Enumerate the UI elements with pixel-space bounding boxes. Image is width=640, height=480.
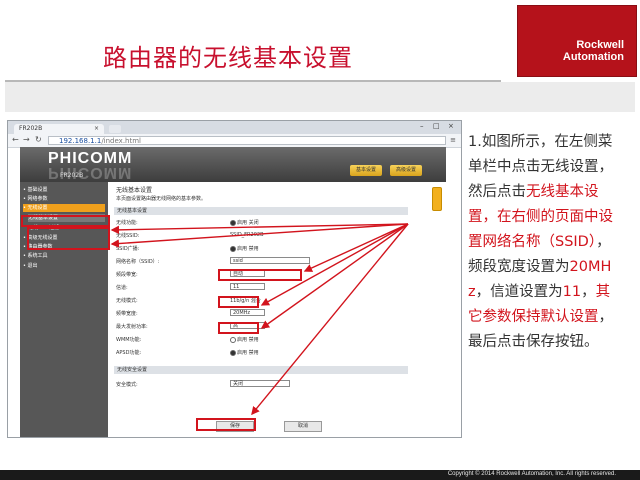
apsd-label: APSD功能: — [116, 350, 142, 356]
channel-select[interactable]: 11 — [230, 283, 265, 290]
highlight-wireless-submenu — [27, 227, 110, 250]
wireless-ssid-label: 无线SSID: — [116, 233, 140, 239]
cancel-button[interactable]: 取消 — [284, 421, 322, 432]
highlight-save — [196, 418, 256, 431]
sidebar-item-network[interactable]: • 网络参数 — [23, 195, 48, 203]
reload-icon[interactable]: ↻ — [35, 135, 42, 144]
wireless-ssid-value: SSID_FR202B — [230, 232, 264, 238]
maximize-icon[interactable]: □ — [433, 122, 440, 130]
wireless-function-label: 无线功能: — [116, 220, 138, 226]
tx-power-label: 最大发射功率: — [116, 324, 148, 330]
wireless-function-radio[interactable]: 启用 关闭 — [230, 219, 259, 226]
channel-label: 信道: — [116, 285, 128, 291]
highlight-wireless-menu — [21, 215, 110, 227]
bandwidth-select[interactable]: 20MHz — [230, 309, 265, 316]
security-mode-select[interactable]: 关闭 — [230, 380, 290, 387]
scroll-thumb[interactable] — [432, 187, 442, 211]
model-label: FR202B — [60, 172, 84, 179]
highlight-bandwidth — [218, 322, 259, 334]
back-icon[interactable]: ← — [12, 135, 19, 144]
ssid-broadcast-radio[interactable]: 启用 禁用 — [230, 245, 259, 252]
router-page: PHICOMM PHICOMM FR202B 基本设置 高级设置 • 基础设置 … — [20, 147, 446, 437]
apsd-radio[interactable]: 启用 禁用 — [230, 349, 259, 356]
new-tab-button[interactable] — [109, 125, 121, 133]
router-header: PHICOMM PHICOMM FR202B 基本设置 高级设置 — [20, 147, 446, 182]
tab-close-icon[interactable]: × — [94, 124, 99, 134]
page-description: 本页面设置路由器无线网络的基本参数。 — [116, 196, 207, 202]
bandwidth-label: 频带宽度: — [116, 311, 138, 317]
rockwell-logo: Rockwell Automation — [517, 5, 637, 77]
explain-part-7: ， — [581, 284, 596, 300]
security-mode-label: 安全模式: — [116, 382, 138, 388]
explanation-text: 1.如图所示，在左侧菜单栏中点击无线设置，然后点击无线基本设置，在右侧的页面中设… — [468, 130, 624, 355]
network-name-input[interactable]: ssid — [230, 257, 310, 264]
page-heading: 无线基本设置 — [116, 187, 153, 194]
ssid-broadcast-label: SSID广播: — [116, 246, 140, 252]
menu-icon[interactable]: ≡ — [450, 136, 456, 144]
section-basic: 无线基本设置 — [114, 207, 408, 215]
wireless-mode-label: 无线模式: — [116, 298, 138, 304]
sidebar-item-basic[interactable]: • 基础设置 — [23, 186, 48, 194]
settings-panel: 无线基本设置 本页面设置路由器无线网络的基本参数。 无线基本设置 无线功能: 启… — [108, 182, 446, 437]
basic-settings-button[interactable]: 基本设置 — [350, 165, 382, 176]
browser-toolbar: ← → ↻ 192.168.1.1/index.html ≡ — [8, 134, 461, 148]
sidebar-item-exit[interactable]: • 退出 — [23, 262, 38, 270]
forward-icon[interactable]: → — [23, 135, 30, 144]
section-security: 无线安全设置 — [114, 366, 408, 374]
band-label: 频段带宽: — [116, 272, 138, 278]
browser-tab[interactable]: FR202B — [14, 124, 104, 134]
url-path: /index.html — [101, 137, 141, 145]
address-bar[interactable]: 192.168.1.1/index.html — [48, 136, 446, 145]
copyright-text: Copyright © 2014 Rockwell Automation, In… — [447, 471, 616, 477]
tab-title: FR202B — [19, 125, 43, 132]
sidebar-item-system[interactable]: • 系统工具 — [23, 252, 48, 260]
footer-bar: Copyright © 2014 Rockwell Automation, In… — [0, 470, 640, 480]
close-window-icon[interactable]: × — [448, 122, 454, 130]
wmm-label: WMM功能: — [116, 337, 142, 343]
browser-tab-bar: FR202B × – □ × — [8, 121, 461, 134]
explain-part-5: ，信道设置为 — [475, 284, 563, 300]
minimize-icon[interactable]: – — [420, 122, 424, 130]
logo-line-2: Automation — [562, 51, 624, 63]
url-host: 192.168.1.1 — [59, 137, 102, 145]
highlight-network-name — [218, 269, 302, 281]
network-name-label: 网络名称（SSID）: — [116, 259, 160, 265]
highlight-channel — [218, 296, 259, 308]
explain-highlight-11: 11 — [562, 284, 582, 300]
advanced-settings-button[interactable]: 高级设置 — [390, 165, 422, 176]
wmm-radio[interactable]: 启用 禁用 — [230, 336, 259, 343]
sidebar-item-wireless[interactable]: • 无线设置 — [23, 204, 105, 212]
logo-line-1: Rockwell — [576, 39, 624, 51]
slide-title: 路由器的无线基本设置 — [103, 44, 353, 72]
